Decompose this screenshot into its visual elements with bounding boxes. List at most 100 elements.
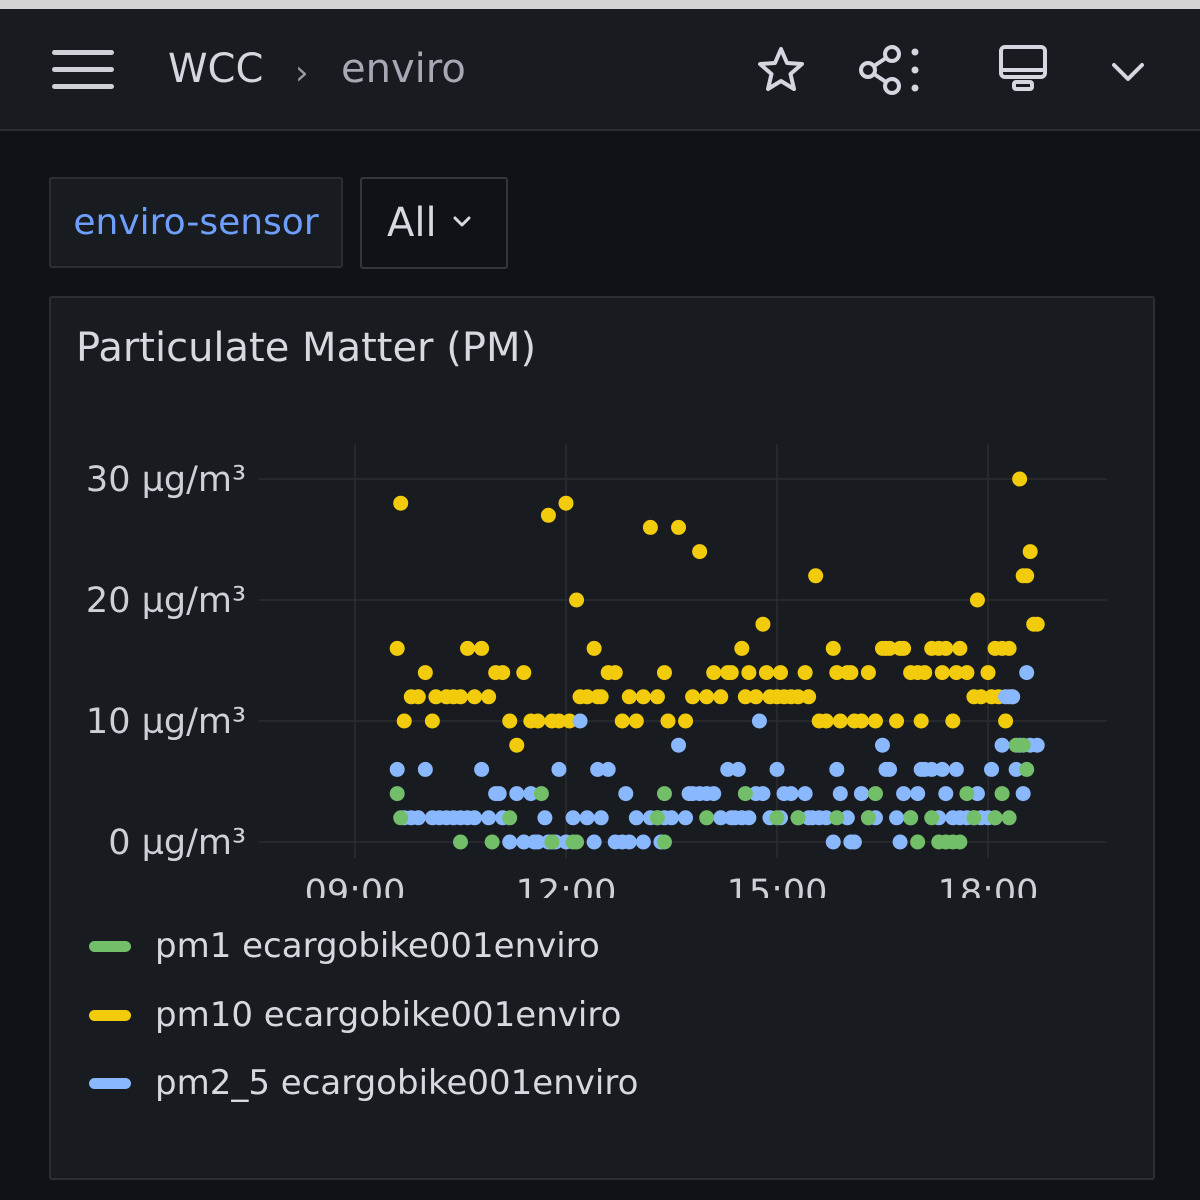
menu-icon[interactable] <box>52 50 114 90</box>
pm10-point <box>1029 616 1045 632</box>
pm10-point <box>959 665 975 681</box>
pm10-point <box>481 689 497 705</box>
pm10-point <box>642 519 658 535</box>
pm10-point <box>593 689 609 705</box>
pm10-point <box>607 665 623 681</box>
pm10-point <box>706 665 722 681</box>
pm10-point <box>748 689 764 705</box>
pm2-5-point <box>572 713 588 729</box>
breadcrumb-separator: › <box>295 53 309 93</box>
pm10-point <box>825 640 841 656</box>
pm10-point <box>755 616 771 632</box>
pm10-point <box>741 665 757 681</box>
legend-label-pm1: pm1 ecargobike001enviro <box>155 926 600 966</box>
pm2-5-point <box>853 786 869 802</box>
variable-select[interactable]: All <box>360 177 508 269</box>
pm10-point <box>649 689 665 705</box>
pm1-point <box>484 834 500 850</box>
pm2-5-point <box>889 810 905 826</box>
pm10-point <box>917 665 933 681</box>
pm2-5-point <box>783 786 799 802</box>
pm2-5-point <box>389 761 405 777</box>
pm1-point <box>952 834 968 850</box>
pm10-point <box>586 640 602 656</box>
pm1-point <box>569 834 585 850</box>
pm10-point <box>952 640 968 656</box>
pm1-point <box>994 786 1010 802</box>
pm10-point <box>1001 640 1017 656</box>
y-tick-label: 10 µg/m³ <box>86 702 246 742</box>
pm10-point <box>1012 471 1028 487</box>
pm10-point <box>998 713 1014 729</box>
star-icon[interactable] <box>756 45 806 95</box>
pm10-point <box>396 713 412 729</box>
pm1-point <box>769 810 785 826</box>
pm10-point <box>773 665 789 681</box>
pm10-point <box>495 665 511 681</box>
legend-label-pm10: pm10 ecargobike001enviro <box>155 995 622 1035</box>
pm1-point <box>959 786 975 802</box>
pm2-5-point <box>671 737 687 753</box>
pm2-5-point <box>467 810 483 826</box>
pm10-point <box>628 713 644 729</box>
pm10-point <box>569 592 585 608</box>
pm10-point <box>660 713 676 729</box>
pm1-point <box>389 786 405 802</box>
pm1-point <box>656 786 672 802</box>
pm10-point <box>460 640 476 656</box>
pm2-5-point <box>593 810 609 826</box>
pm1-point <box>867 786 883 802</box>
y-tick-label: 20 µg/m³ <box>86 581 246 621</box>
pm10-point <box>516 665 532 681</box>
pm2-5-point <box>984 761 1000 777</box>
pm2-5-point <box>755 786 771 802</box>
pm2-5-point <box>600 761 616 777</box>
pm10-point <box>389 640 405 656</box>
pm2-5-point <box>706 786 722 802</box>
x-tick-label: 09:00 <box>305 873 406 898</box>
pm2-5-point <box>875 737 890 753</box>
pm2-5-point <box>892 834 908 850</box>
pm1-point <box>393 810 409 826</box>
pm10-point <box>656 665 672 681</box>
pm10-point <box>832 713 848 729</box>
pm10-point <box>540 507 556 523</box>
share-icon[interactable] <box>858 44 924 96</box>
pm2-5-point <box>1019 665 1035 681</box>
pm10-point <box>980 665 996 681</box>
pm1-point <box>829 810 845 826</box>
legend-swatch-pm10 <box>89 1010 131 1021</box>
pm10-point <box>843 665 859 681</box>
tv-mode-icon[interactable] <box>998 44 1048 94</box>
pm2-5-point <box>410 810 426 826</box>
pm10-point <box>474 640 490 656</box>
pm10-point <box>913 713 929 729</box>
pm10-point <box>758 665 774 681</box>
pm1-point <box>737 786 753 802</box>
pm10-point <box>678 713 694 729</box>
pm2-5-point <box>994 737 1010 753</box>
pm2-5-point <box>934 761 950 777</box>
pm10-point <box>467 689 483 705</box>
pm2-5-point <box>769 761 785 777</box>
pm1-point <box>1019 761 1035 777</box>
pm10-point <box>621 689 637 705</box>
breadcrumb-folder[interactable]: WCC <box>168 43 263 95</box>
pm2-5-point <box>551 761 567 777</box>
chevron-down-icon[interactable] <box>1110 59 1146 85</box>
pm2-5-point <box>910 786 926 802</box>
pm2-5-point <box>579 810 595 826</box>
pm1-point <box>533 786 549 802</box>
pm10-point <box>860 665 876 681</box>
chevron-down-icon <box>453 216 471 227</box>
pm2-5-point <box>481 810 497 826</box>
pm2-5-point <box>502 834 518 850</box>
pm10-point <box>424 713 440 729</box>
breadcrumb-dashboard: enviro <box>341 46 466 92</box>
y-tick-label: 30 µg/m³ <box>86 460 246 500</box>
pm10-point <box>502 713 518 729</box>
pm2-5-point <box>635 834 651 850</box>
pm10-point <box>685 689 701 705</box>
pm10-point <box>393 495 409 511</box>
pm1-point <box>1015 737 1031 753</box>
